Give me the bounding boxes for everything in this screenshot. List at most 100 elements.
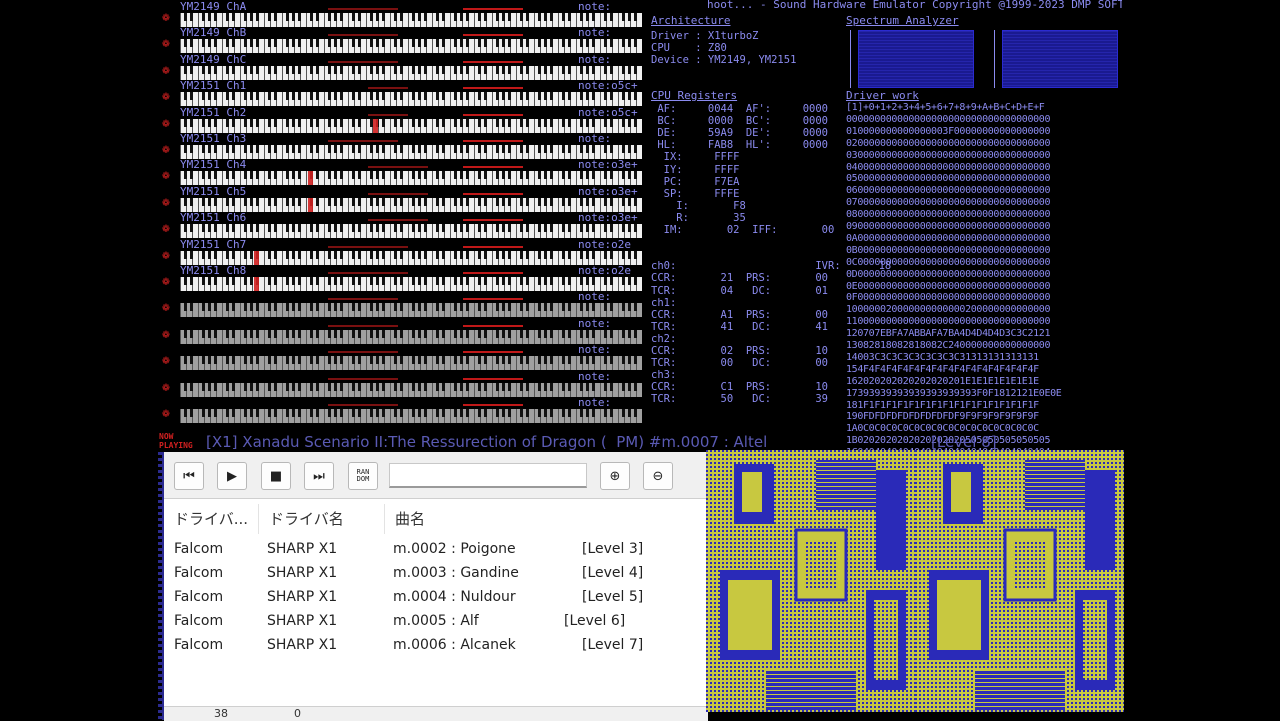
cpu-register-line: TCR: 00 DC: 00 xyxy=(651,357,829,370)
channel-mute-icon[interactable]: ❁ xyxy=(162,169,176,183)
driver-work-line: 190FDFDFDFDFDFDFDFDF9F9F9F9F9F9F9F xyxy=(846,411,1039,423)
channel-mute-icon[interactable]: ❁ xyxy=(162,143,176,157)
channel-name: YM2151 Ch1 xyxy=(180,79,247,93)
driver-work-line: 050000000000000000000000000000000000 xyxy=(846,173,1051,185)
channel-note: note:o3e+ xyxy=(578,158,638,172)
cpu-info: CPU : Z80 xyxy=(651,42,727,54)
playlist-row[interactable]: Falcom SHARP X1 m.0002 : Poigone [Level 3] xyxy=(164,537,708,561)
cpu-register-line: TCR: 50 DC: 39 xyxy=(651,393,829,406)
channel-note: note: xyxy=(578,343,612,357)
channel-level-bar xyxy=(463,34,523,37)
cpu-register-line: CCR: A1 PRS: 00 xyxy=(651,308,829,321)
channel-note: note:o2e xyxy=(578,264,631,277)
seek-bar[interactable] xyxy=(389,463,587,488)
column-driver-name[interactable]: ドライバ名 xyxy=(259,504,385,534)
cpu-register-line: TCR: 41 DC: 41 xyxy=(651,320,829,333)
channel-note: note: xyxy=(578,369,612,383)
cpu-register-line: CCR: C1 PRS: 10 xyxy=(651,381,829,394)
channel-level-bar xyxy=(463,140,523,142)
key-pressed xyxy=(373,118,378,133)
channel-mute-icon[interactable]: ❁ xyxy=(162,354,176,368)
channel-row: ❁ note: xyxy=(158,290,644,319)
status-left: 38 xyxy=(214,707,228,720)
channel-level-bar xyxy=(368,219,428,222)
column-driver-type[interactable]: ドライバ... xyxy=(164,504,259,534)
channel-level-bar xyxy=(368,87,408,90)
channel-level-bar xyxy=(328,8,398,10)
random-button[interactable]: RAN DOM xyxy=(348,462,378,490)
channel-note: note:o5c+ xyxy=(578,105,638,119)
status-mid: 0 xyxy=(294,707,301,720)
playlist-row[interactable]: Falcom SHARP X1 m.0005 : Alf [Level 6] xyxy=(164,609,708,633)
channel-mute-icon[interactable]: ❁ xyxy=(162,116,176,131)
channel-mute-icon[interactable]: ❁ xyxy=(162,380,176,395)
row-level: [Level 3] xyxy=(582,541,644,557)
channel-name: YM2151 Ch7 xyxy=(180,237,247,251)
playlist-row[interactable]: Falcom SHARP X1 m.0004 : Nuldour [Level 5] xyxy=(164,585,708,609)
channel-name: YM2151 Ch8 xyxy=(180,264,247,277)
channel-note: note: xyxy=(578,26,612,40)
channel-mute-icon[interactable]: ❁ xyxy=(162,63,176,78)
driver-work-title: Driver work xyxy=(846,89,919,102)
channel-keyboard xyxy=(180,197,642,212)
channel-mute-icon[interactable]: ❁ xyxy=(162,90,176,104)
channel-keyboard xyxy=(180,92,642,107)
cpu-register-line: ch3: xyxy=(651,369,677,382)
random-label: RAN DOM xyxy=(356,468,370,483)
row-title: m.0005 : Alf xyxy=(393,612,479,629)
zoom-out-icon: ⊖ xyxy=(652,468,664,484)
channel-mute-icon[interactable]: ❁ xyxy=(162,195,176,210)
channel-mute-icon[interactable]: ❁ xyxy=(162,301,176,315)
row-system: SHARP X1 xyxy=(267,636,338,653)
channel-keyboard xyxy=(180,145,642,159)
channel-level-bar xyxy=(463,272,523,274)
channel-level-bar xyxy=(463,377,523,380)
row-system: SHARP X1 xyxy=(267,612,338,629)
channel-name: YM2151 Ch2 xyxy=(180,105,247,119)
channel-level-bar xyxy=(463,245,523,248)
driver-work-line: 0E0000000000000000000000000000000000 xyxy=(846,280,1051,292)
channel-mute-icon[interactable]: ❁ xyxy=(162,11,176,25)
row-level: [Level 6] xyxy=(564,612,626,629)
zoom-out-button[interactable]: ⊖ xyxy=(643,462,673,490)
driver-work-line: 17393939393939393939393F0F1812121E0E0E xyxy=(846,387,1062,399)
driver-work-line: 040000000000000000000000000000000000 xyxy=(846,161,1051,173)
game-screen xyxy=(706,450,1124,712)
status-bar: 38 0 xyxy=(164,706,708,721)
channel-row: ❁ YM2151 Ch6 note:o3e+ xyxy=(158,212,644,240)
channel-mute-icon[interactable]: ❁ xyxy=(162,327,176,342)
prev-button[interactable]: ⏮ xyxy=(174,462,204,490)
column-song-title[interactable]: 曲名 xyxy=(385,504,708,534)
channel-keyboard xyxy=(180,356,642,371)
channel-mute-icon[interactable]: ❁ xyxy=(162,222,176,236)
channel-mute-icon[interactable]: ❁ xyxy=(162,37,176,51)
channel-row: ❁ note: xyxy=(158,369,644,399)
cpu-register-line: PC: F7EA xyxy=(651,175,740,188)
stop-button[interactable]: ■ xyxy=(261,462,291,490)
channel-mute-icon[interactable]: ❁ xyxy=(162,275,176,289)
channel-level-bar xyxy=(368,113,408,116)
now-playing-label: NOW PLAYING xyxy=(159,432,193,450)
driver-work-line: 020000000000000000000000000000000000 xyxy=(846,137,1051,149)
zoom-in-button[interactable]: ⊕ xyxy=(600,462,630,490)
row-level: [Level 5] xyxy=(582,588,644,605)
playlist-row[interactable]: Falcom SHARP X1 m.0003 : Gandine [Level 4] xyxy=(164,561,708,585)
channel-mute-icon[interactable]: ❁ xyxy=(162,248,176,263)
next-button[interactable]: ⏭ xyxy=(304,462,334,490)
app-title: hoot... - Sound Hardware Emulator Copyri… xyxy=(707,0,1122,11)
row-title: m.0004 : Nuldour xyxy=(393,588,516,605)
channel-level-bar xyxy=(463,351,523,354)
spectrum-right xyxy=(1002,30,1118,88)
channel-row: ❁ YM2151 Ch2 note:o5c+ xyxy=(158,105,644,135)
driver-info: Driver : X1turboZ xyxy=(651,30,759,42)
driver-work-line: 13082818082818082C240000000000000000 xyxy=(846,340,1051,351)
driver-work-line: 0B0000000000000000000000000000000000 xyxy=(846,244,1051,256)
driver-work-line: 070000000000000000000000000000000000 xyxy=(846,197,1051,209)
play-button[interactable]: ▶ xyxy=(217,462,247,490)
zoom-in-icon: ⊕ xyxy=(609,468,621,484)
channel-level-bar xyxy=(328,245,408,248)
channel-mute-icon[interactable]: ❁ xyxy=(162,407,176,421)
channel-level-bar xyxy=(463,298,523,301)
channel-note: note: xyxy=(578,290,612,304)
playlist-row[interactable]: Falcom SHARP X1 m.0006 : Alcanek [Level 7] xyxy=(164,633,708,657)
